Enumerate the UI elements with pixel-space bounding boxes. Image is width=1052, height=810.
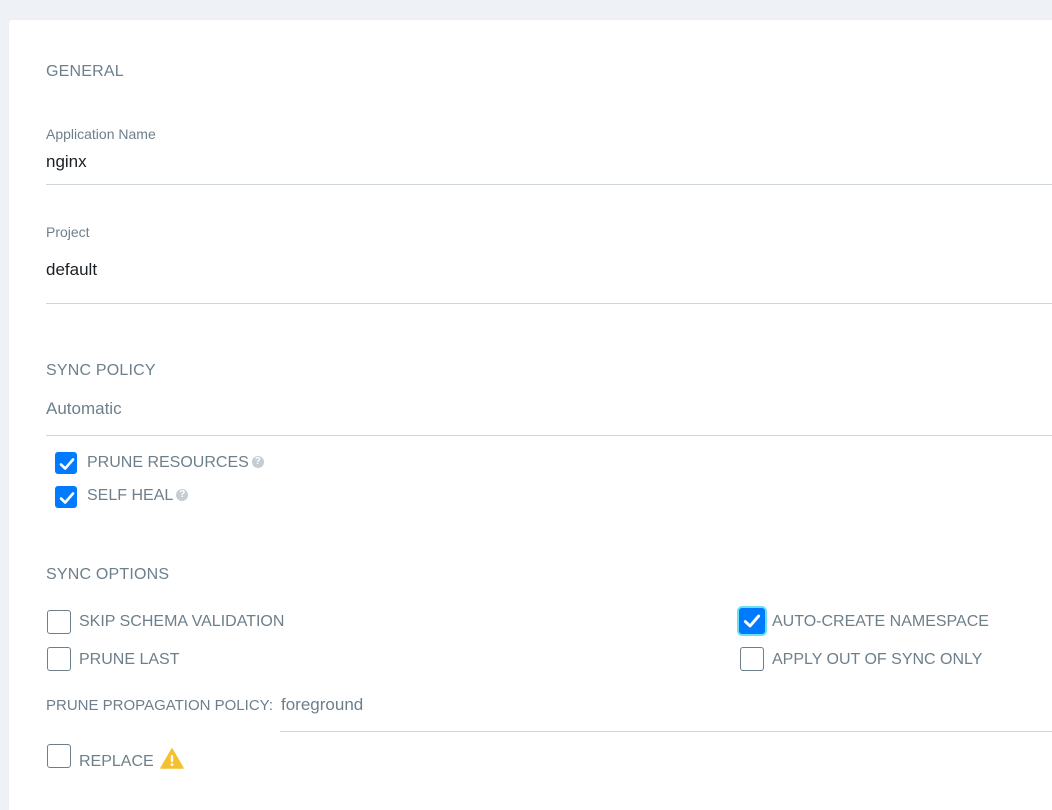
sync-policy-section-title: SYNC POLICY xyxy=(46,362,156,379)
prune-propagation-policy-label: PRUNE PROPAGATION POLICY: xyxy=(46,697,273,714)
auto-create-namespace-checkbox[interactable] xyxy=(739,608,765,634)
prune-resources-checkbox[interactable] xyxy=(55,452,77,474)
prune-resources-label: PRUNE RESOURCES xyxy=(87,454,249,471)
prune-propagation-policy-select[interactable]: foreground xyxy=(281,695,1046,727)
apply-out-of-sync-only-label: APPLY OUT OF SYNC ONLY xyxy=(772,651,983,668)
checkmark-icon xyxy=(59,492,75,504)
application-name-label: Application Name xyxy=(46,126,156,142)
self-heal-option: SELF HEAL? xyxy=(87,487,189,505)
prune-last-label: PRUNE LAST xyxy=(79,651,180,668)
help-icon[interactable]: ? xyxy=(176,488,189,501)
skip-schema-validation-checkbox[interactable] xyxy=(47,610,71,634)
apply-out-of-sync-only-checkbox[interactable] xyxy=(740,647,764,671)
checkmark-icon xyxy=(59,458,75,470)
general-section-title: GENERAL xyxy=(46,63,124,80)
checkmark-icon xyxy=(743,614,761,628)
prune-last-checkbox[interactable] xyxy=(47,647,71,671)
application-name-underline xyxy=(46,184,1052,185)
warning-icon xyxy=(160,748,184,769)
replace-label: REPLACE xyxy=(79,753,154,770)
auto-create-namespace-label: AUTO-CREATE NAMESPACE xyxy=(772,613,989,630)
replace-checkbox[interactable] xyxy=(47,744,71,768)
replace-option: REPLACE xyxy=(79,748,184,771)
project-label: Project xyxy=(46,224,90,240)
help-icon[interactable]: ? xyxy=(251,455,264,468)
skip-schema-validation-label: SKIP SCHEMA VALIDATION xyxy=(79,613,285,630)
self-heal-label: SELF HEAL xyxy=(87,487,174,504)
self-heal-checkbox[interactable] xyxy=(55,486,77,508)
prune-propagation-underline xyxy=(280,731,1052,732)
sync-options-section-title: SYNC OPTIONS xyxy=(46,566,170,583)
sync-policy-select[interactable]: Automatic xyxy=(46,399,1046,431)
project-underline xyxy=(46,303,1052,304)
sync-policy-underline xyxy=(46,435,1052,436)
prune-resources-option: PRUNE RESOURCES? xyxy=(87,454,264,472)
project-select[interactable]: default xyxy=(46,260,1046,296)
application-name-input[interactable]: nginx xyxy=(46,152,1046,182)
